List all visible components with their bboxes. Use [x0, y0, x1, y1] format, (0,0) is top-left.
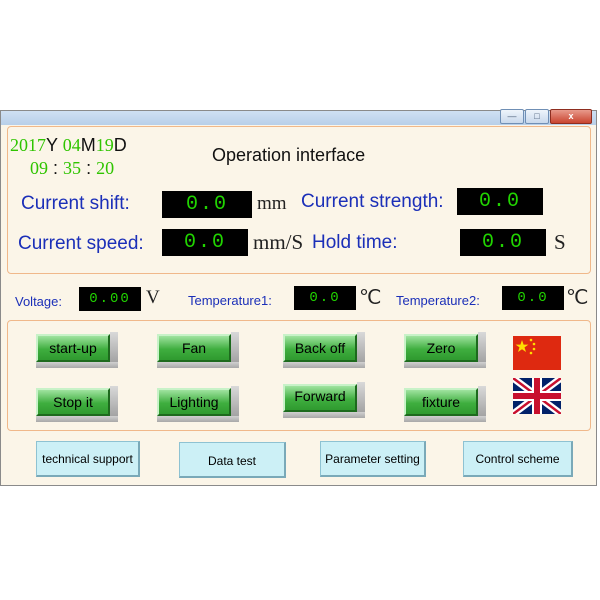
button-bevel — [357, 332, 365, 366]
button-bevel — [231, 386, 239, 420]
technical-support-button[interactable]: technical support — [36, 441, 140, 477]
day-value: 19 — [95, 135, 114, 155]
voltage-label: Voltage: — [15, 294, 62, 309]
temperature2-unit: ℃ — [566, 287, 589, 309]
button-bevel — [404, 416, 486, 422]
temperature2-label: Temperature2: — [396, 293, 480, 308]
current-speed-display: 0.0 — [162, 229, 248, 256]
date-display: 2017Y 04M19D — [10, 136, 127, 154]
current-speed-unit: mm/S — [253, 230, 304, 254]
forward-button[interactable]: Forward — [283, 384, 357, 412]
zero-button[interactable]: Zero — [404, 334, 478, 362]
hour-value: 09 — [30, 158, 48, 178]
page-title: Operation interface — [212, 145, 366, 165]
data-test-button[interactable]: Data test — [179, 442, 286, 478]
button-bevel — [157, 362, 239, 368]
minute-value: 35 — [63, 158, 82, 178]
hold-time-unit: S — [554, 230, 566, 254]
window-controls: — □ x — [499, 109, 592, 124]
lighting-button[interactable]: Lighting — [157, 388, 231, 416]
button-bevel — [404, 362, 486, 368]
hold-time-label: Hold time: — [312, 232, 398, 253]
button-bevel — [283, 362, 365, 368]
fixture-button[interactable]: fixture — [404, 388, 478, 416]
button-bevel — [36, 362, 118, 368]
control-scheme-button[interactable]: Control scheme — [463, 441, 573, 477]
hold-time-display: 0.0 — [460, 229, 546, 256]
current-shift-label: Current shift: — [21, 193, 130, 214]
button-bevel — [357, 382, 365, 416]
current-shift-display: 0.0 — [162, 191, 252, 218]
button-bevel — [157, 416, 239, 422]
temperature1-label: Temperature1: — [188, 293, 272, 308]
window-titlebar: — □ x — [1, 109, 596, 125]
button-bevel — [231, 332, 239, 366]
china-flag-icon[interactable] — [513, 336, 561, 370]
second-value: 20 — [96, 158, 115, 178]
day-unit: D — [113, 135, 127, 155]
current-speed-label: Current speed: — [18, 233, 144, 254]
month-unit: M — [80, 135, 96, 155]
fan-button[interactable]: Fan — [157, 334, 231, 362]
voltage-display: 0.00 — [79, 287, 141, 311]
button-bevel — [36, 416, 118, 422]
time-separator: : — [86, 158, 92, 178]
close-icon[interactable]: x — [550, 109, 592, 124]
startup-button[interactable]: start-up — [36, 334, 110, 362]
year-value: 2017 — [10, 135, 46, 155]
back-off-button[interactable]: Back off — [283, 334, 357, 362]
current-shift-unit: mm — [257, 193, 287, 214]
button-bevel — [283, 412, 365, 418]
button-bevel — [478, 332, 486, 366]
button-bevel — [110, 332, 118, 366]
uk-flag-icon[interactable] — [513, 378, 561, 414]
time-separator: : — [53, 158, 59, 178]
maximize-icon[interactable]: □ — [525, 109, 549, 124]
current-strength-display: 0.0 — [457, 188, 543, 215]
button-bevel — [478, 386, 486, 420]
minimize-icon[interactable]: — — [500, 109, 524, 124]
time-display: 09 : 35 : 20 — [30, 158, 114, 178]
year-unit: Y — [46, 135, 58, 155]
voltage-unit: V — [146, 287, 160, 308]
temperature2-display: 0.0 — [502, 286, 564, 310]
temperature1-unit: ℃ — [359, 287, 382, 309]
parameter-setting-button[interactable]: Parameter setting — [320, 441, 426, 477]
stop-button[interactable]: Stop it — [36, 388, 110, 416]
temperature1-display: 0.0 — [294, 286, 356, 310]
button-bevel — [110, 386, 118, 420]
current-strength-label: Current strength: — [301, 191, 444, 212]
month-value: 04 — [62, 135, 81, 155]
